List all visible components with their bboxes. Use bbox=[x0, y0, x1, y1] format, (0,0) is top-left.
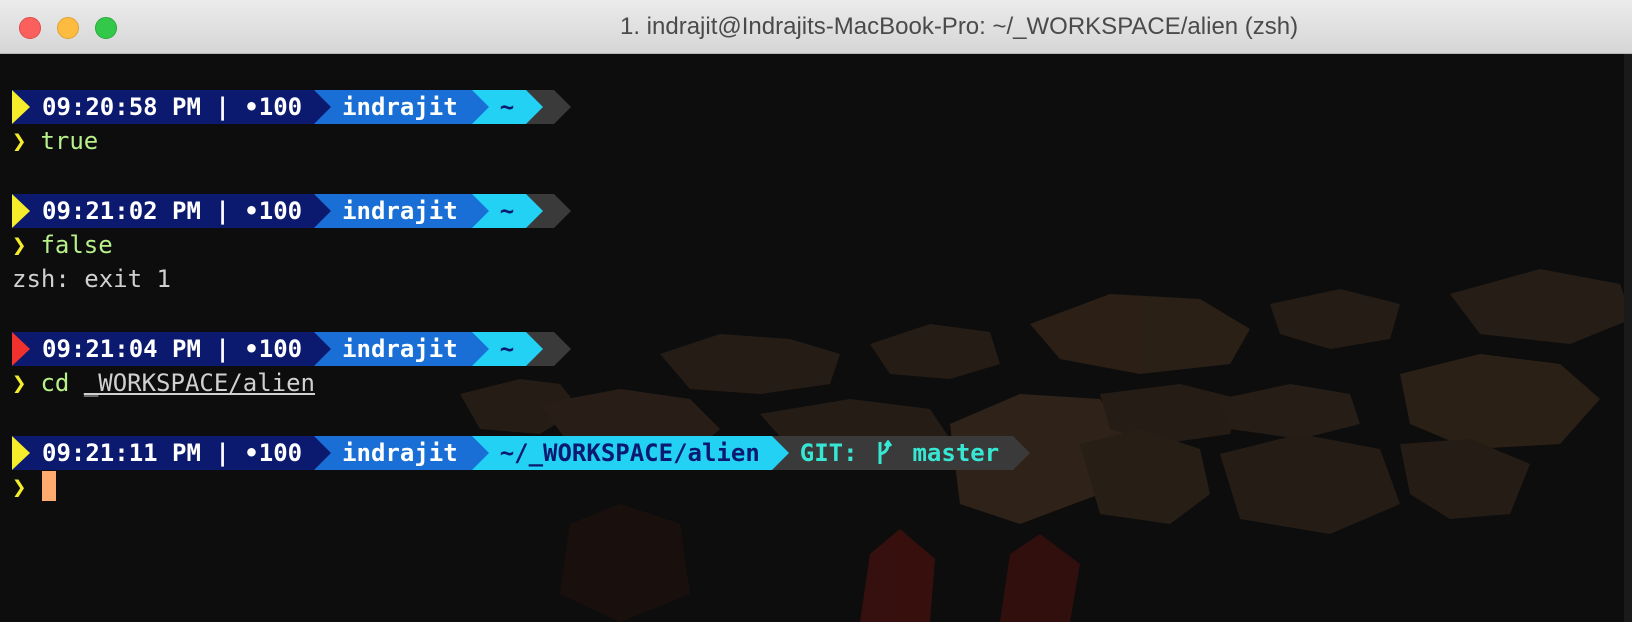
exit-status-indicator bbox=[12, 194, 36, 228]
status-ok-icon bbox=[12, 436, 30, 470]
prompt-dir: ~ bbox=[499, 197, 515, 225]
prompt-line: 09:20:58 PM | •100 indrajit ~ bbox=[12, 90, 572, 124]
close-window-button[interactable] bbox=[19, 17, 41, 39]
status-ok-icon bbox=[12, 90, 30, 124]
git-label: GIT: bbox=[799, 439, 858, 467]
prompt-time-segment: 09:21:04 PM | •100 bbox=[36, 332, 332, 366]
prompt-time: 09:21:04 PM | •100 bbox=[42, 335, 303, 363]
status-error-icon bbox=[12, 332, 30, 366]
prompt-char: ❯ bbox=[12, 231, 27, 259]
minimize-window-button[interactable] bbox=[57, 17, 79, 39]
prompt-char: ❯ bbox=[12, 369, 27, 397]
prompt-user: indrajit bbox=[342, 197, 458, 225]
zoom-window-button[interactable] bbox=[95, 17, 117, 39]
prompt-time-segment: 09:21:02 PM | •100 bbox=[36, 194, 332, 228]
status-ok-icon bbox=[12, 194, 30, 228]
prompt-char: ❯ bbox=[12, 473, 27, 501]
scrollbar[interactable] bbox=[1624, 54, 1632, 622]
window-title: 1. indrajit@Indrajits-MacBook-Pro: ~/_WO… bbox=[620, 13, 1299, 40]
prompt-user-segment: indrajit bbox=[314, 194, 489, 228]
prompt-line: 09:21:02 PM | •100 indrajit ~ bbox=[12, 194, 572, 228]
command-line: ❯ cd _WORKSPACE/alien bbox=[12, 366, 315, 400]
prompt-git-segment: GIT: master bbox=[771, 436, 1031, 470]
prompt-time-segment: 09:20:58 PM | •100 bbox=[36, 90, 332, 124]
branch-icon bbox=[878, 439, 893, 464]
prompt-dir: ~/_WORKSPACE/alien bbox=[499, 439, 760, 467]
terminal-window: 1. indrajit@Indrajits-MacBook-Pro: ~/_WO… bbox=[0, 0, 1632, 622]
command-line: ❯ false bbox=[12, 228, 113, 262]
prompt-user-segment: indrajit bbox=[314, 90, 489, 124]
command-argument: _WORKSPACE/alien bbox=[83, 369, 315, 397]
prompt-user: indrajit bbox=[342, 93, 458, 121]
command-line[interactable]: ❯ bbox=[12, 470, 57, 504]
prompt-user: indrajit bbox=[342, 439, 458, 467]
prompt-dir: ~ bbox=[499, 93, 515, 121]
prompt-time: 09:21:11 PM | •100 bbox=[42, 439, 303, 467]
title-bar: 1. indrajit@Indrajits-MacBook-Pro: ~/_WO… bbox=[0, 0, 1632, 54]
command-output: zsh: exit 1 bbox=[12, 265, 171, 293]
prompt-char: ❯ bbox=[12, 127, 27, 155]
exit-status-indicator bbox=[12, 90, 36, 124]
prompt-user-segment: indrajit bbox=[314, 332, 489, 366]
prompt-dir-segment: ~/_WORKSPACE/alien bbox=[471, 436, 789, 470]
prompt-time: 09:21:02 PM | •100 bbox=[42, 197, 303, 225]
prompt-line: 09:21:04 PM | •100 indrajit ~ bbox=[12, 332, 572, 366]
prompt-user: indrajit bbox=[342, 335, 458, 363]
prompt-time: 09:20:58 PM | •100 bbox=[42, 93, 303, 121]
command-line: ❯ true bbox=[12, 124, 98, 158]
command: true bbox=[40, 127, 99, 155]
text-cursor[interactable] bbox=[42, 471, 57, 501]
command: false bbox=[40, 231, 113, 259]
prompt-time-segment: 09:21:11 PM | •100 bbox=[36, 436, 332, 470]
exit-status-indicator bbox=[12, 436, 36, 470]
command: cd bbox=[40, 369, 70, 397]
prompt-line: 09:21:11 PM | •100 indrajit ~/_WORKSPACE… bbox=[12, 436, 1031, 470]
prompt-dir: ~ bbox=[499, 335, 515, 363]
exit-status-indicator bbox=[12, 332, 36, 366]
prompt-user-segment: indrajit bbox=[314, 436, 489, 470]
git-branch: master bbox=[912, 439, 1000, 467]
